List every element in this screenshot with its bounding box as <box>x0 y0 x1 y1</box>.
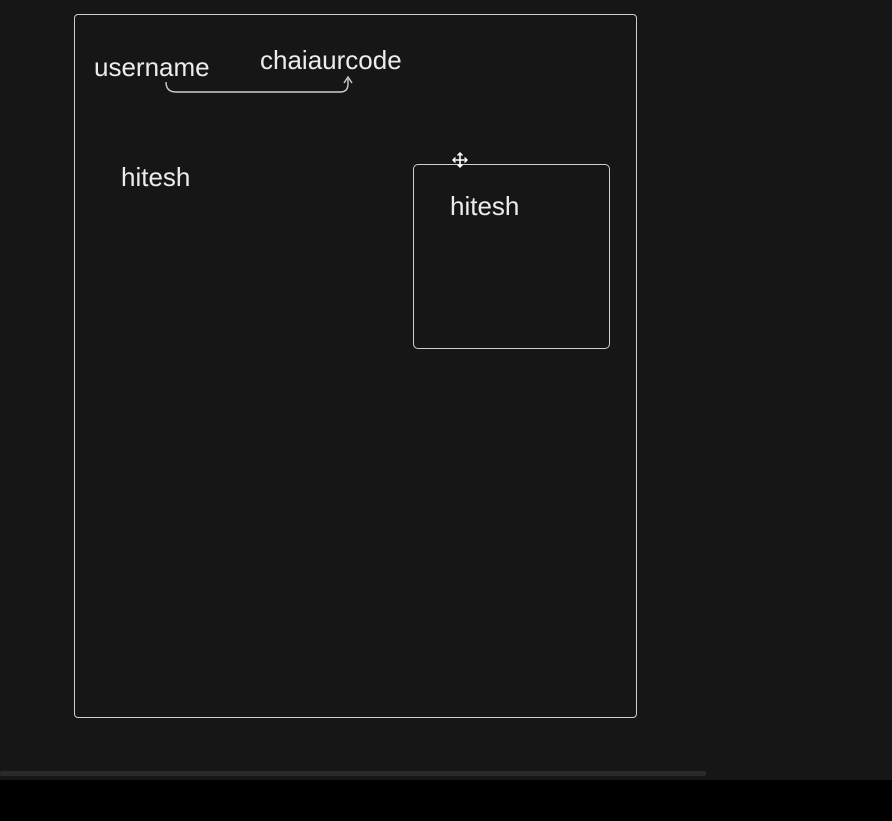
horizontal-scrollbar[interactable] <box>0 771 706 776</box>
whiteboard-canvas[interactable]: username chaiaurcode hitesh hitesh <box>0 0 892 780</box>
outer-memory-box[interactable] <box>74 14 637 718</box>
bottom-bar <box>0 780 892 821</box>
move-cursor-icon <box>452 152 468 168</box>
reference-arrow[interactable] <box>160 70 360 100</box>
hitesh-label-boxed[interactable]: hitesh <box>450 191 519 221</box>
hitesh-label-left[interactable]: hitesh <box>121 162 190 192</box>
